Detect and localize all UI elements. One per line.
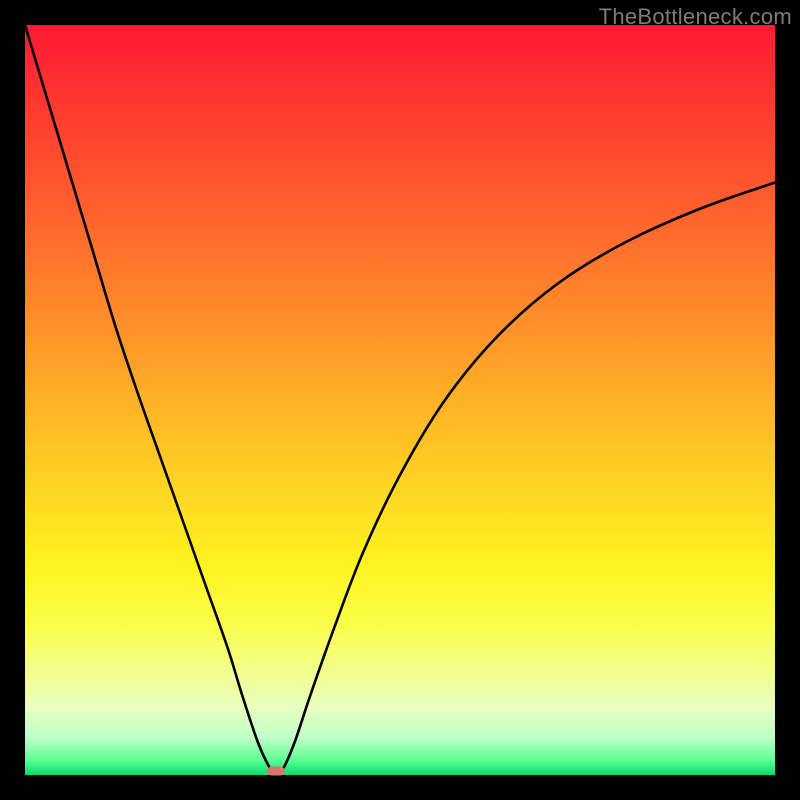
minimum-marker	[267, 766, 285, 775]
watermark-label: TheBottleneck.com	[599, 4, 792, 30]
chart-frame: TheBottleneck.com	[0, 0, 800, 800]
bottleneck-curve	[25, 25, 775, 775]
plot-area	[25, 25, 775, 775]
